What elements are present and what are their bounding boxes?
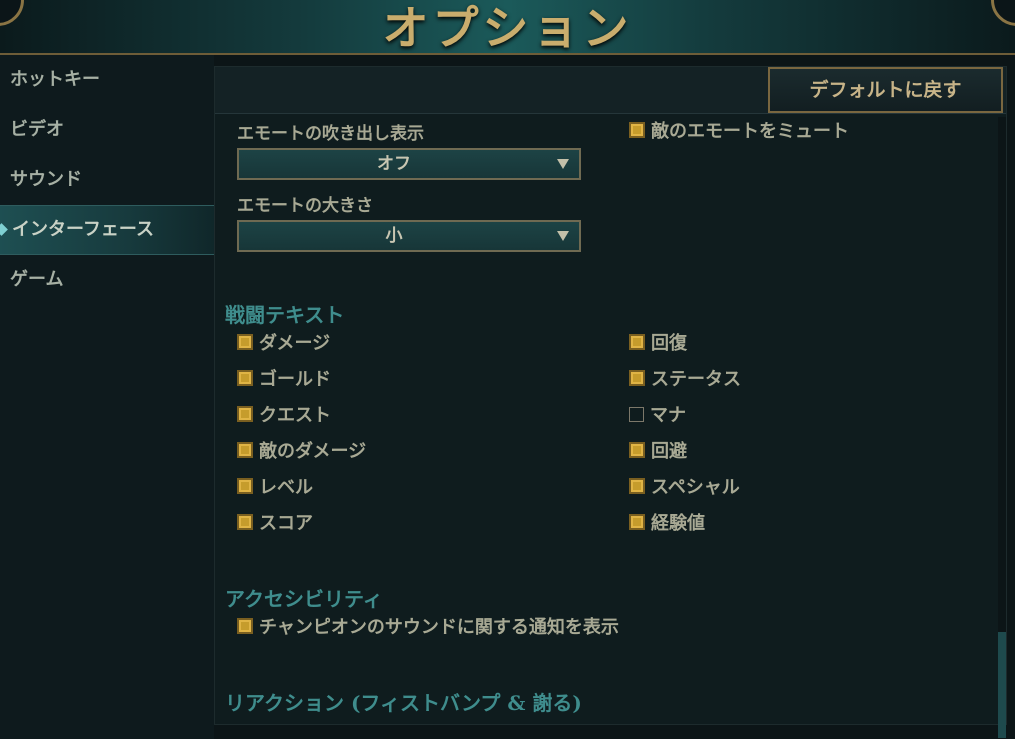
combat-dodge-checkbox[interactable]: 回避 bbox=[629, 440, 687, 464]
emote-size-value: 小 bbox=[385, 226, 403, 246]
page-title: オプション bbox=[382, 1, 633, 55]
dropdown-arrow-icon bbox=[557, 159, 569, 169]
checkbox-checked-icon bbox=[237, 370, 253, 386]
checkbox-label: チャンピオンのサウンドに関する通知を表示 bbox=[259, 617, 619, 638]
options-window: オプション ホットキー ビデオ サウンド インターフェース ゲーム デフォルトに… bbox=[0, 0, 1015, 739]
sidebar: ホットキー ビデオ サウンド インターフェース ゲーム bbox=[0, 55, 214, 739]
sidebar-item-label: サウンド bbox=[10, 169, 82, 190]
sidebar-item-label: インターフェース bbox=[12, 219, 155, 240]
sidebar-item-label: ビデオ bbox=[10, 119, 64, 140]
checkbox-label: スペシャル bbox=[651, 477, 740, 498]
checkbox-checked-icon bbox=[237, 514, 253, 530]
combat-experience-checkbox[interactable]: 経験値 bbox=[629, 512, 705, 536]
checkbox-label: ゴールド bbox=[259, 369, 331, 390]
scrollbar[interactable] bbox=[998, 117, 1006, 738]
combat-quest-checkbox[interactable]: クエスト bbox=[237, 404, 331, 428]
checkbox-checked-icon bbox=[629, 122, 645, 138]
mute-enemy-emotes-checkbox[interactable]: 敵のエモートをミュート bbox=[629, 120, 849, 144]
checkbox-label: クエスト bbox=[259, 405, 331, 426]
checkbox-label: 経験値 bbox=[651, 513, 705, 534]
checkbox-label: 回避 bbox=[651, 441, 687, 462]
reaction-title: リアクション (フィストバンプ & 謝る) bbox=[225, 691, 582, 715]
content-panel: デフォルトに戻す エモートの吹き出し表示 オフ エモートの大きさ 小 敵のエモー… bbox=[214, 66, 1007, 738]
emote-bubble-value: オフ bbox=[377, 154, 411, 174]
checkbox-label: 敵のエモートをミュート bbox=[651, 121, 849, 142]
checkbox-label: ダメージ bbox=[259, 333, 331, 354]
checkbox-checked-icon bbox=[237, 442, 253, 458]
combat-text-title: 戦闘テキスト bbox=[225, 303, 345, 327]
champion-sound-notification-checkbox[interactable]: チャンピオンのサウンドに関する通知を表示 bbox=[237, 616, 619, 640]
checkbox-checked-icon bbox=[629, 334, 645, 350]
combat-mana-checkbox[interactable]: マナ bbox=[629, 404, 686, 428]
sidebar-item-hotkeys[interactable]: ホットキー bbox=[0, 55, 214, 105]
combat-status-checkbox[interactable]: ステータス bbox=[629, 368, 741, 392]
sidebar-item-label: ゲーム bbox=[10, 269, 64, 290]
checkbox-checked-icon bbox=[629, 514, 645, 530]
combat-special-checkbox[interactable]: スペシャル bbox=[629, 476, 740, 500]
header: オプション bbox=[0, 0, 1015, 55]
sidebar-item-game[interactable]: ゲーム bbox=[0, 255, 214, 305]
combat-level-checkbox[interactable]: レベル bbox=[237, 476, 313, 500]
checkbox-unchecked-icon bbox=[629, 407, 644, 422]
checkbox-label: ステータス bbox=[651, 369, 741, 390]
checkbox-checked-icon bbox=[237, 406, 253, 422]
checkbox-label: レベル bbox=[259, 477, 313, 498]
checkbox-label: スコア bbox=[259, 513, 313, 534]
emote-bubble-label: エモートの吹き出し表示 bbox=[237, 124, 424, 144]
combat-enemy-damage-checkbox[interactable]: 敵のダメージ bbox=[237, 440, 366, 464]
sidebar-item-sound[interactable]: サウンド bbox=[0, 155, 214, 205]
checkbox-checked-icon bbox=[237, 478, 253, 494]
emote-size-label: エモートの大きさ bbox=[237, 196, 373, 216]
combat-damage-checkbox[interactable]: ダメージ bbox=[237, 332, 330, 356]
panel-toolbar: デフォルトに戻す bbox=[215, 67, 1006, 114]
checkbox-checked-icon bbox=[237, 618, 253, 634]
checkbox-label: 回復 bbox=[651, 333, 687, 354]
checkbox-checked-icon bbox=[629, 442, 645, 458]
active-diamond-icon bbox=[0, 223, 8, 236]
combat-gold-checkbox[interactable]: ゴールド bbox=[237, 368, 331, 392]
checkbox-checked-icon bbox=[237, 334, 253, 350]
dropdown-arrow-icon bbox=[557, 231, 569, 241]
scrollbar-thumb[interactable] bbox=[998, 632, 1006, 738]
checkbox-checked-icon bbox=[629, 370, 645, 386]
accessibility-title: アクセシビリティ bbox=[225, 587, 383, 611]
emote-bubble-dropdown[interactable]: オフ bbox=[237, 148, 581, 180]
combat-score-checkbox[interactable]: スコア bbox=[237, 512, 313, 536]
sidebar-item-interface[interactable]: インターフェース bbox=[0, 205, 214, 255]
combat-heal-checkbox[interactable]: 回復 bbox=[629, 332, 687, 356]
restore-defaults-button[interactable]: デフォルトに戻す bbox=[768, 67, 1003, 113]
emote-size-dropdown[interactable]: 小 bbox=[237, 220, 581, 252]
sidebar-item-video[interactable]: ビデオ bbox=[0, 105, 214, 155]
checkbox-checked-icon bbox=[629, 478, 645, 494]
checkbox-label: マナ bbox=[650, 405, 686, 426]
checkbox-label: 敵のダメージ bbox=[259, 441, 367, 462]
sidebar-item-label: ホットキー bbox=[10, 69, 100, 90]
